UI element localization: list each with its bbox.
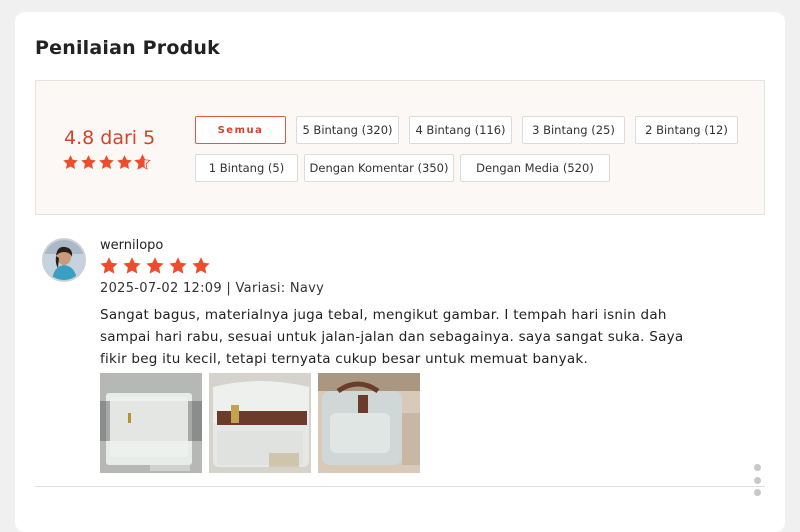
review-photo-1[interactable] [100, 373, 202, 473]
avatar[interactable] [42, 238, 86, 282]
star-icon [123, 257, 141, 274]
star-half-icon [134, 154, 151, 170]
filter-3-stars[interactable]: 3 Bintang (25) [522, 116, 625, 144]
star-icon [100, 257, 118, 274]
product-ratings-card: Penilaian Produk 4.8 dari 5 Semua 5 Bint… [15, 12, 785, 532]
section-title: Penilaian Produk [35, 37, 220, 59]
review-username: wernilopo [100, 238, 164, 253]
rating-summary: 4.8 dari 5 Semua 5 Bintang (320) 4 Binta… [35, 80, 765, 215]
average-rating: 4.8 dari 5 [64, 127, 156, 149]
bag-photo-3 [318, 373, 420, 473]
filter-2-stars[interactable]: 2 Bintang (12) [635, 116, 738, 144]
filter-with-media[interactable]: Dengan Media (520) [460, 154, 610, 182]
filter-with-comments[interactable]: Dengan Komentar (350) [304, 154, 454, 182]
star-icon [117, 155, 132, 169]
user-avatar-image [44, 240, 84, 280]
bag-photo-2 [209, 373, 311, 473]
average-rating-stars [62, 154, 151, 171]
filter-1-star[interactable]: 1 Bintang (5) [195, 154, 298, 182]
bag-photo-1 [100, 373, 202, 473]
review-divider [35, 486, 765, 487]
review-photo-3[interactable] [318, 373, 420, 473]
review-text: Sangat bagus, materialnya juga tebal, me… [100, 307, 684, 367]
star-icon [169, 257, 187, 274]
more-vertical-icon[interactable] [750, 464, 764, 496]
review-stars [99, 256, 211, 276]
filter-all[interactable]: Semua [195, 116, 286, 144]
star-icon [99, 155, 114, 169]
filter-5-stars[interactable]: 5 Bintang (320) [296, 116, 399, 144]
filter-4-stars[interactable]: 4 Bintang (116) [409, 116, 512, 144]
review-photo-2[interactable] [209, 373, 311, 473]
star-icon [81, 155, 96, 169]
review-photos [100, 373, 420, 473]
star-icon [63, 155, 78, 169]
star-icon [192, 257, 210, 274]
review-date-variation: 2025-07-02 12:09 | Variasi: Navy [100, 281, 325, 296]
star-icon [146, 257, 164, 274]
